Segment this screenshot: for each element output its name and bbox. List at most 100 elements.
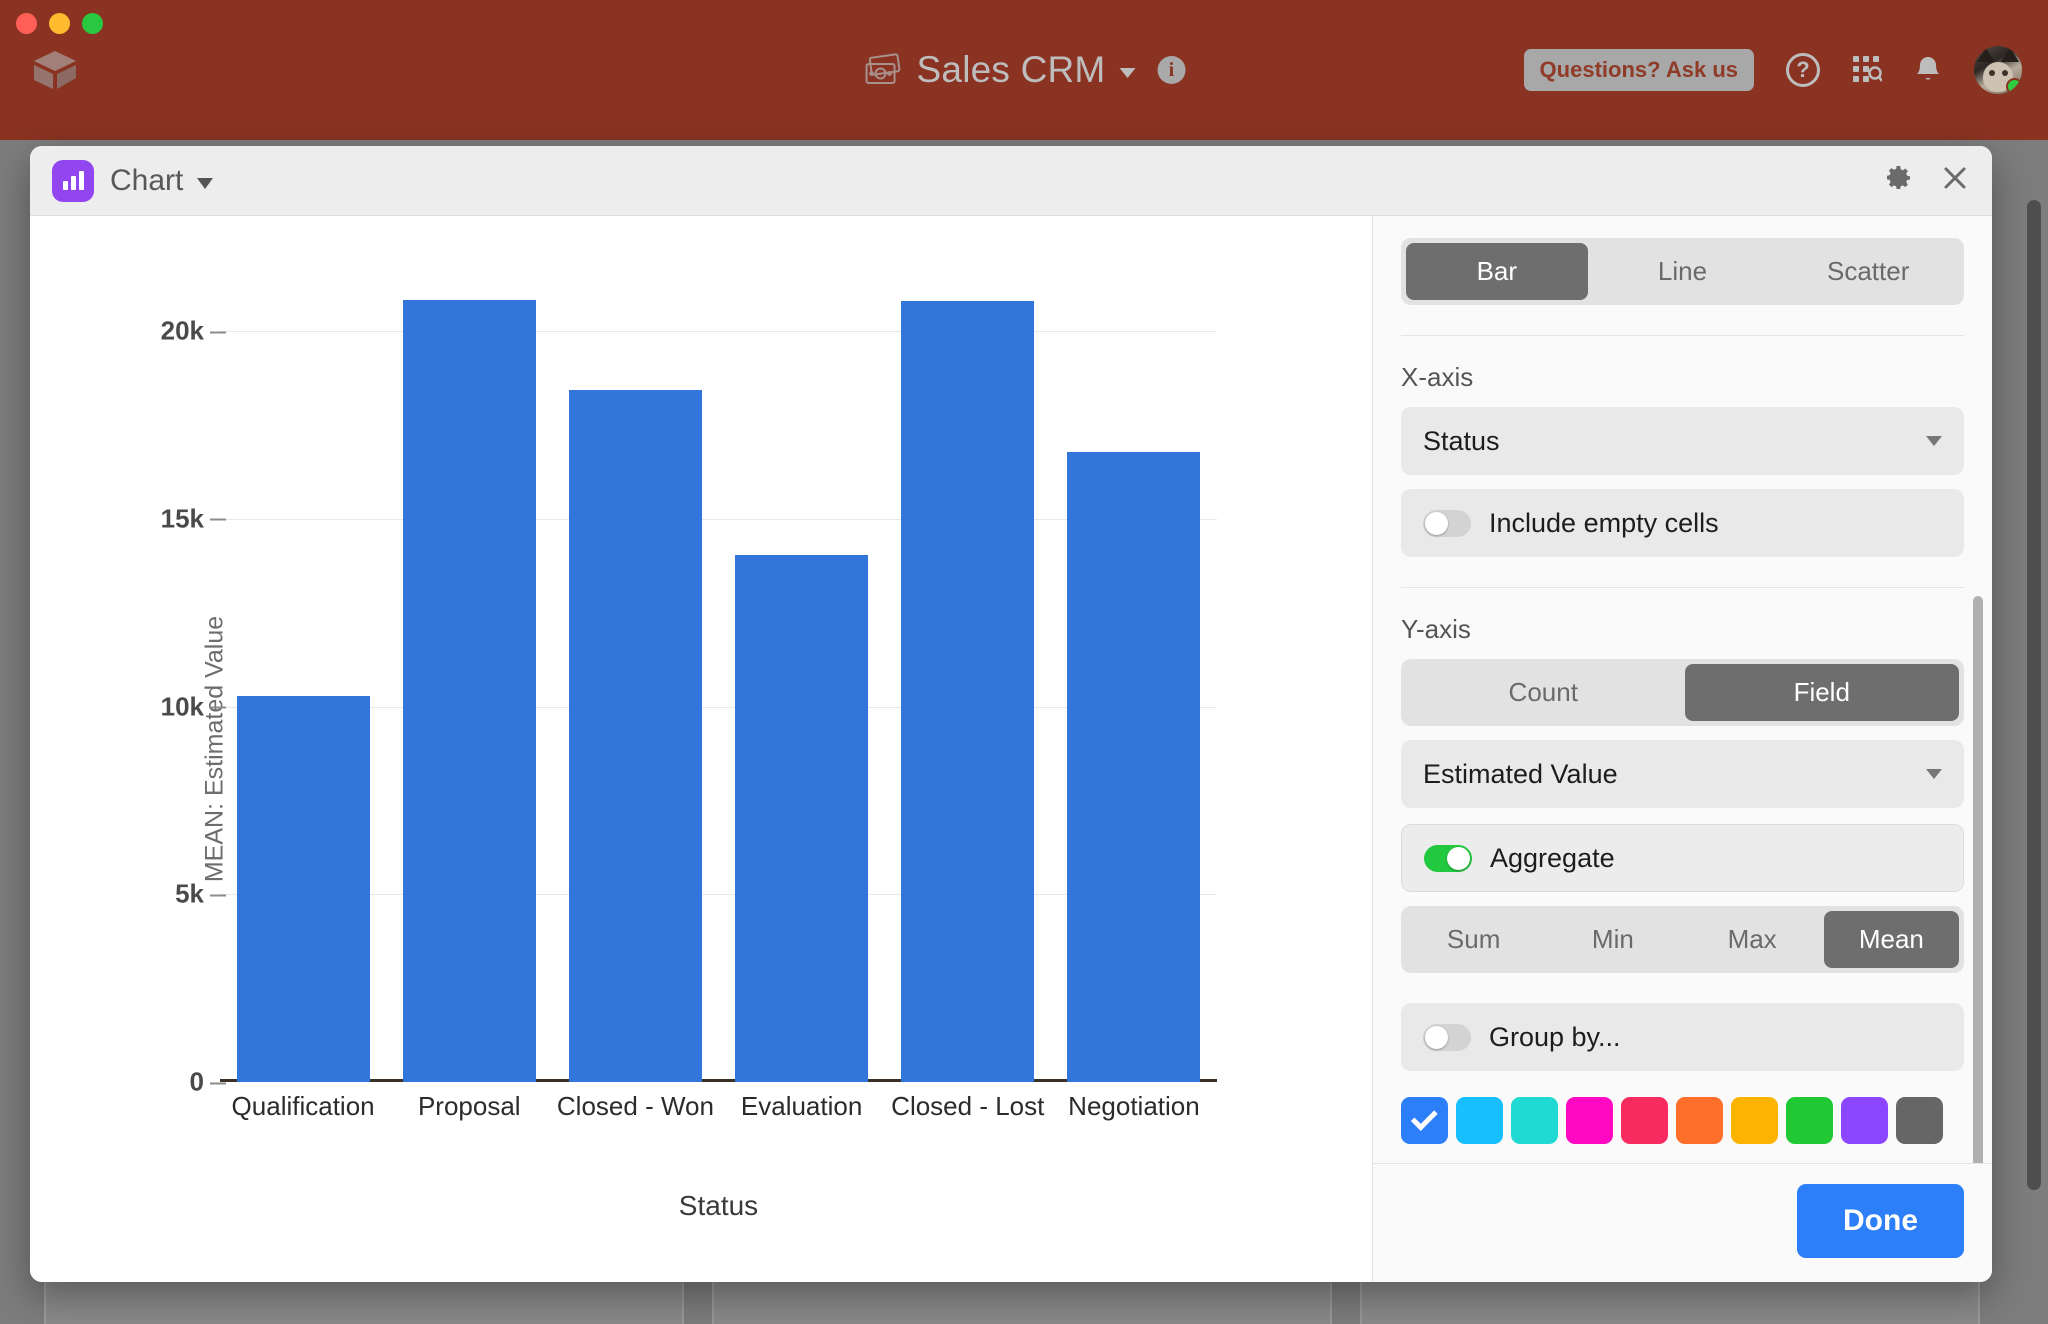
chevron-down-icon[interactable]: [1119, 68, 1135, 78]
include-empty-cells-toggle[interactable]: [1423, 510, 1471, 537]
aggregate-function-selector[interactable]: SumMinMaxMean: [1401, 906, 1964, 973]
x-tick-label: Qualification: [220, 1091, 386, 1122]
chart-type-option-bar[interactable]: Bar: [1406, 243, 1588, 300]
close-icon[interactable]: [1942, 165, 1968, 196]
plot-area: 05k10k15k20k: [220, 271, 1217, 1082]
color-swatch-2[interactable]: [1511, 1097, 1558, 1144]
y-tick-label: 5k: [175, 879, 204, 910]
bar-closed-lost[interactable]: [901, 301, 1034, 1082]
color-swatch-7[interactable]: [1786, 1097, 1833, 1144]
done-button[interactable]: Done: [1797, 1184, 1964, 1258]
group-by-toggle-row[interactable]: Group by...: [1401, 1003, 1964, 1071]
x-axis-section-label: X-axis: [1401, 362, 1964, 393]
app-title: Sales CRM: [917, 49, 1106, 91]
include-empty-cells-toggle-row[interactable]: Include empty cells: [1401, 489, 1964, 557]
avatar[interactable]: [1974, 46, 2022, 94]
info-icon[interactable]: i: [1157, 56, 1185, 84]
app-topbar: Sales CRM i Questions? Ask us ?: [0, 0, 2048, 140]
settings-scroll-container[interactable]: BarLineScatter X-axis Status Include emp…: [1373, 216, 1992, 1163]
aggregate-option-min[interactable]: Min: [1545, 911, 1680, 968]
x-axis-title: Status: [220, 1190, 1217, 1222]
ask-us-button[interactable]: Questions? Ask us: [1524, 49, 1754, 91]
dialog-title: Chart: [110, 164, 183, 198]
y-axis-field-select[interactable]: Estimated Value: [1401, 740, 1964, 808]
bar-proposal[interactable]: [403, 300, 536, 1082]
x-tick-label: Closed - Lost: [885, 1091, 1051, 1122]
x-tick-label: Proposal: [386, 1091, 552, 1122]
toggle-knob: [1425, 1026, 1448, 1049]
x-axis-field-select[interactable]: Status: [1401, 407, 1964, 475]
chart-type-option-scatter[interactable]: Scatter: [1777, 243, 1959, 300]
x-tick-label: Negotiation: [1051, 1091, 1217, 1122]
money-bills-icon: [863, 52, 903, 88]
chart-settings-pane: BarLineScatter X-axis Status Include emp…: [1372, 216, 1992, 1282]
divider: [1401, 587, 1964, 588]
color-swatch-5[interactable]: [1676, 1097, 1723, 1144]
y-tick-label: 0: [190, 1067, 204, 1098]
bar-column: [220, 271, 386, 1082]
bar-chart-icon: [52, 160, 94, 202]
bar-column: [386, 271, 552, 1082]
toggle-knob: [1447, 847, 1470, 870]
minimize-window-button[interactable]: [49, 13, 70, 34]
chart-type-selector[interactable]: BarLineScatter: [1401, 238, 1964, 305]
window-traffic-lights[interactable]: [16, 13, 103, 34]
y-tick-label: 20k: [161, 316, 204, 347]
chart-type-option-line[interactable]: Line: [1592, 243, 1774, 300]
chart-preview-pane: MEAN: Estimated Value 05k10k15k20k Quali…: [30, 216, 1372, 1282]
aggregate-toggle[interactable]: [1424, 845, 1472, 872]
chevron-down-icon[interactable]: [197, 178, 213, 189]
airtable-logo-icon[interactable]: [32, 47, 78, 93]
y-tick-label: 15k: [161, 503, 204, 534]
color-swatch-0[interactable]: [1401, 1097, 1448, 1144]
close-window-button[interactable]: [16, 13, 37, 34]
dialog-footer: Done: [1373, 1163, 1992, 1282]
include-empty-cells-label: Include empty cells: [1489, 508, 1719, 539]
app-title-group[interactable]: Sales CRM i: [863, 49, 1186, 91]
grid-search-icon[interactable]: [1852, 55, 1882, 85]
bar-column: [719, 271, 885, 1082]
chevron-down-icon: [1926, 436, 1942, 446]
bell-icon[interactable]: [1914, 55, 1942, 85]
color-swatch-3[interactable]: [1566, 1097, 1613, 1144]
x-tick-label: Closed - Won: [552, 1091, 718, 1122]
color-swatch-4[interactable]: [1621, 1097, 1668, 1144]
y-axis-mode-option-field[interactable]: Field: [1685, 664, 1960, 721]
divider: [1401, 335, 1964, 336]
y-axis-section-label: Y-axis: [1401, 614, 1964, 645]
bar-column: [885, 271, 1051, 1082]
status-badge: [2006, 78, 2022, 94]
color-palette[interactable]: [1401, 1097, 1964, 1144]
x-tick-labels: QualificationProposalClosed - WonEvaluat…: [220, 1091, 1217, 1122]
y-axis-mode-selector[interactable]: CountField: [1401, 659, 1964, 726]
aggregate-option-max[interactable]: Max: [1685, 911, 1820, 968]
dialog-body: MEAN: Estimated Value 05k10k15k20k Quali…: [30, 216, 1992, 1282]
topbar-actions: Questions? Ask us ?: [1524, 46, 2022, 94]
bar-closed-won[interactable]: [569, 390, 702, 1082]
chart-canvas: MEAN: Estimated Value 05k10k15k20k Quali…: [30, 216, 1372, 1282]
settings-scrollbar[interactable]: [1973, 596, 1983, 1163]
avatar-detail: [2001, 48, 2019, 62]
aggregate-label: Aggregate: [1490, 843, 1615, 874]
group-by-toggle[interactable]: [1423, 1024, 1471, 1051]
window-scrollbar[interactable]: [2027, 200, 2041, 1190]
aggregate-toggle-row[interactable]: Aggregate: [1401, 824, 1964, 892]
bar-negotiation[interactable]: [1067, 452, 1200, 1082]
y-axis-mode-option-count[interactable]: Count: [1406, 664, 1681, 721]
zoom-window-button[interactable]: [82, 13, 103, 34]
gear-icon[interactable]: [1886, 165, 1912, 196]
question-mark-icon[interactable]: ?: [1786, 53, 1820, 87]
chevron-down-icon: [1926, 769, 1942, 779]
toggle-knob: [1425, 512, 1448, 535]
aggregate-option-sum[interactable]: Sum: [1406, 911, 1541, 968]
bar-column: [1051, 271, 1217, 1082]
color-swatch-9[interactable]: [1896, 1097, 1943, 1144]
color-swatch-6[interactable]: [1731, 1097, 1778, 1144]
color-swatch-8[interactable]: [1841, 1097, 1888, 1144]
color-swatch-1[interactable]: [1456, 1097, 1503, 1144]
aggregate-option-mean[interactable]: Mean: [1824, 911, 1959, 968]
y-tick-label: 10k: [161, 691, 204, 722]
bar-qualification[interactable]: [237, 696, 370, 1082]
dialog-header-actions: [1886, 165, 1968, 196]
bar-evaluation[interactable]: [735, 555, 868, 1082]
